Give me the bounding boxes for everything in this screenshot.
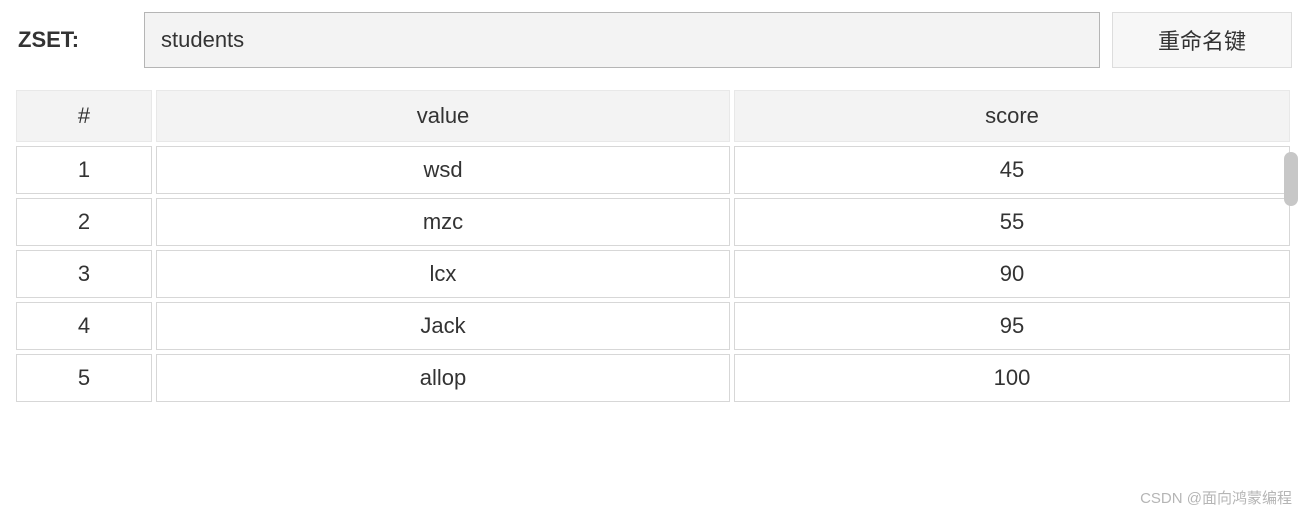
zset-table: # value score 1 wsd 45 2 mzc 55 3 [12,86,1294,406]
cell-value: wsd [156,146,730,194]
column-header-score[interactable]: score [734,90,1290,142]
cell-value: allop [156,354,730,402]
cell-value: mzc [156,198,730,246]
cell-index: 5 [16,354,152,402]
column-header-value[interactable]: value [156,90,730,142]
cell-value: Jack [156,302,730,350]
watermark: CSDN @面向鸿蒙编程 [1140,487,1292,508]
cell-score: 95 [734,302,1290,350]
table-row[interactable]: 1 wsd 45 [16,146,1290,194]
cell-index: 2 [16,198,152,246]
cell-index: 4 [16,302,152,350]
column-header-index[interactable]: # [16,90,152,142]
cell-score: 100 [734,354,1290,402]
cell-index: 1 [16,146,152,194]
table-row[interactable]: 3 lcx 90 [16,250,1290,298]
table-row[interactable]: 4 Jack 95 [16,302,1290,350]
main-panel: ZSET: 重命名键 # value score 1 wsd [0,0,1310,418]
cell-score: 45 [734,146,1290,194]
cell-index: 3 [16,250,152,298]
table-wrapper: # value score 1 wsd 45 2 mzc 55 3 [12,86,1292,406]
cell-score: 90 [734,250,1290,298]
key-name-input[interactable] [144,12,1100,68]
table-header-row: # value score [16,90,1290,142]
scrollbar-thumb[interactable] [1284,152,1298,206]
table-row[interactable]: 2 mzc 55 [16,198,1290,246]
rename-key-button[interactable]: 重命名键 [1112,12,1292,68]
header-row: ZSET: 重命名键 [12,12,1292,68]
table-row[interactable]: 5 allop 100 [16,354,1290,402]
key-type-label: ZSET: [12,27,132,53]
cell-score: 55 [734,198,1290,246]
cell-value: lcx [156,250,730,298]
